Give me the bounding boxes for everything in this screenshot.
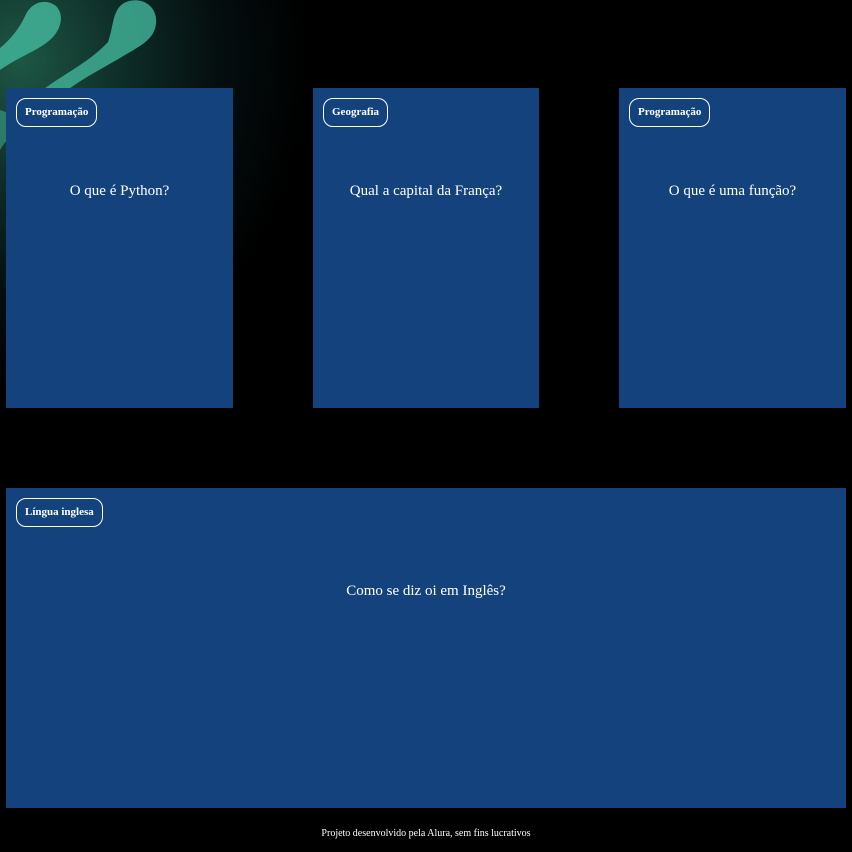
flashcard[interactable]: Língua inglesa Como se diz oi em Inglês? [6,488,846,808]
category-tag: Programação [16,98,98,127]
question-text: O que é Python? [69,183,170,199]
footer: Projeto desenvolvido pela Alura, sem fin… [0,820,852,852]
flashcards-page: Programação O que é Python? Geografia Qu… [0,0,852,852]
category-tag: Língua inglesa [16,498,103,527]
question-text: O que é uma função? [668,183,797,199]
flashcard[interactable]: Programação O que é Python? [6,88,233,408]
flashcard[interactable]: Programação O que é uma função? [619,88,846,408]
question-text: Como se diz oi em Inglês? [346,583,506,599]
category-tag: Programação [629,98,711,127]
category-tag: Geografia [323,98,389,127]
flashcard[interactable]: Geografia Qual a capital da França? [313,88,539,408]
question-text: Qual a capital da França? [349,183,503,199]
footer-text: Projeto desenvolvido pela Alura, sem fin… [321,828,531,839]
